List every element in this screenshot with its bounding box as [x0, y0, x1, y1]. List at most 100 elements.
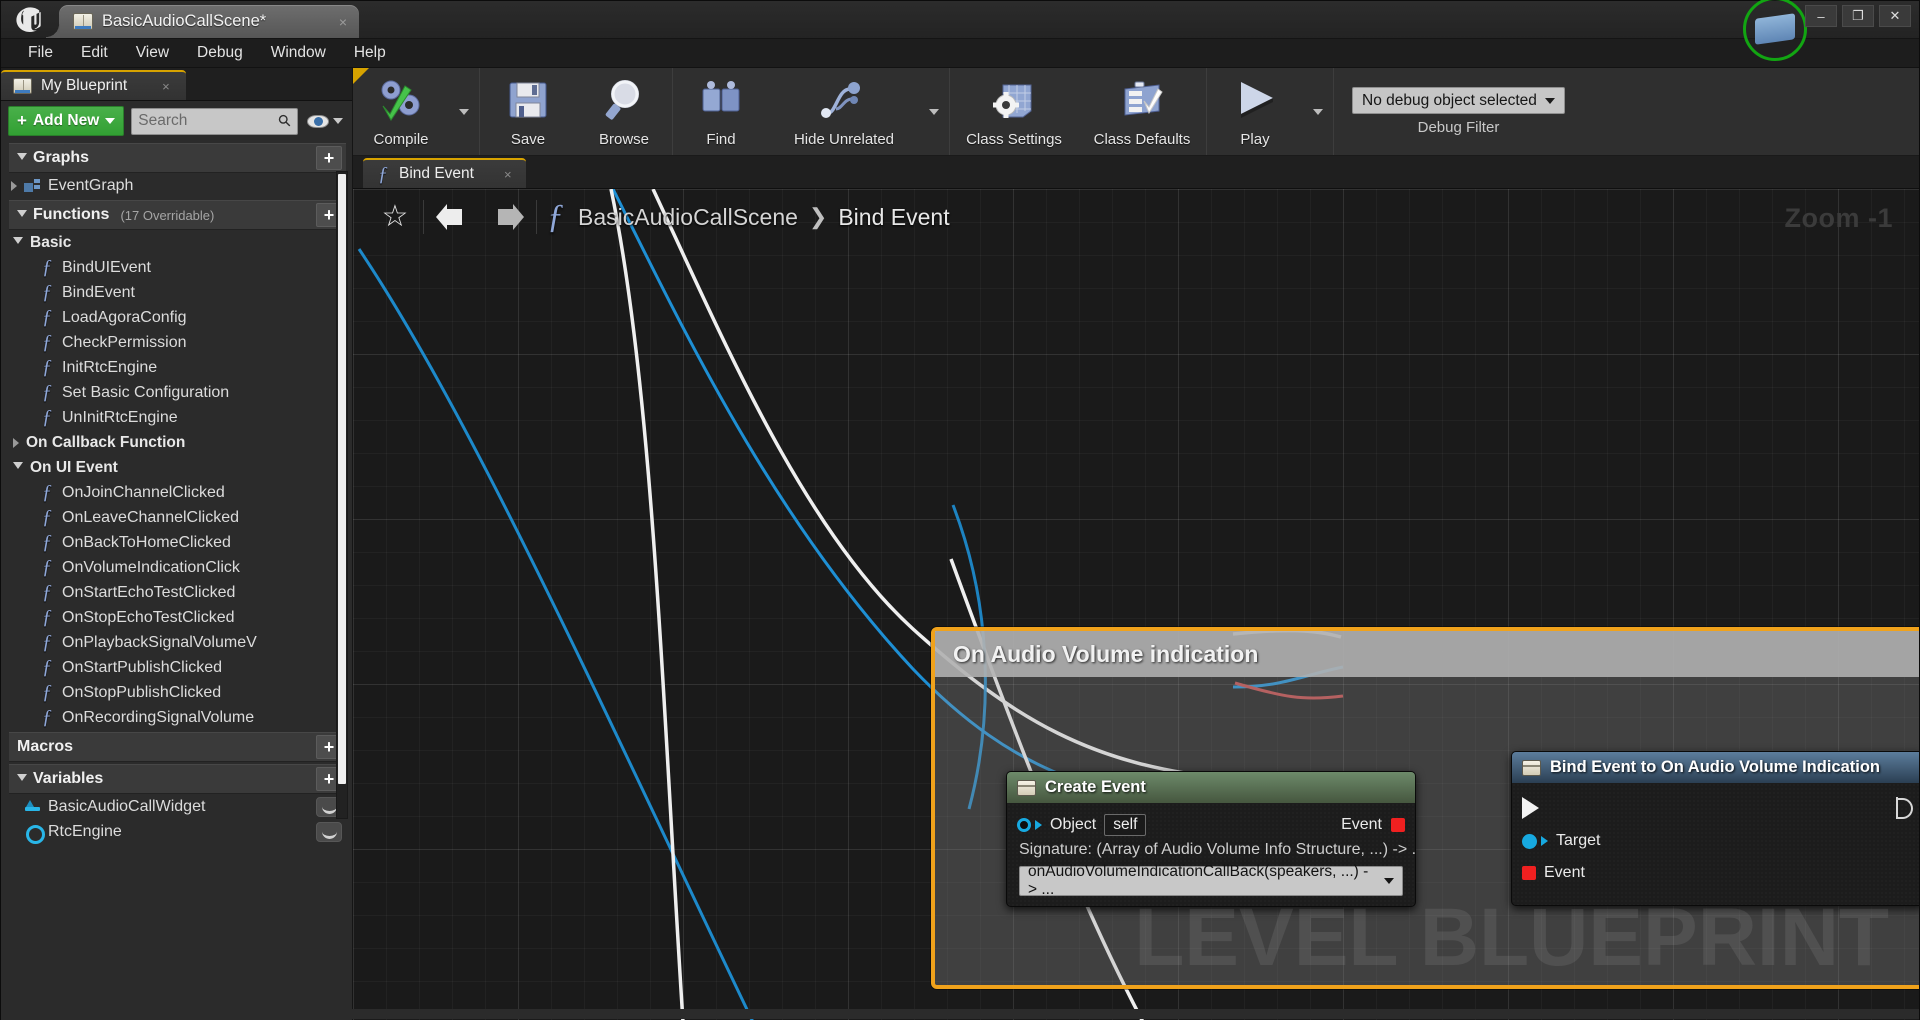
expand-triangle-icon[interactable] — [17, 152, 27, 164]
save-icon — [506, 77, 550, 123]
function-onstoppublishclicked[interactable]: ƒ OnStopPublishClicked — [1, 680, 352, 705]
menu-item-help[interactable]: Help — [341, 40, 399, 66]
variable-rtcengine[interactable]: RtcEngine — [1, 819, 352, 844]
expand-triangle-icon[interactable] — [17, 773, 27, 785]
function-label: OnStartEchoTestClicked — [62, 583, 236, 601]
expand-triangle-icon[interactable] — [11, 180, 17, 191]
function-onjoinchannelclicked[interactable]: ƒ OnJoinChannelClicked — [1, 480, 352, 505]
debug-object-select[interactable]: No debug object selected — [1352, 87, 1565, 114]
graph-options-dropdown[interactable] — [919, 68, 949, 155]
expand-triangle-icon[interactable] — [13, 237, 23, 248]
favorite-button[interactable]: ☆ — [367, 189, 423, 245]
target-input-pin[interactable] — [1522, 833, 1537, 849]
blueprint-graph-canvas[interactable]: On Audio Volume indication Create Event … — [353, 189, 1919, 1020]
function-onvolumeindicationclick[interactable]: ƒ OnVolumeIndicationClick — [1, 555, 352, 580]
visibility-options-button[interactable] — [305, 114, 345, 128]
close-button[interactable]: ✕ — [1879, 5, 1911, 27]
section-functions[interactable]: Functions (17 Overridable) + — [9, 200, 346, 230]
expand-triangle-icon[interactable] — [13, 437, 19, 448]
node-bind-event-to-on-audio-volume-indication[interactable]: Bind Event to On Audio Volume Indication — [1511, 751, 1919, 906]
event-output-pin[interactable] — [1391, 818, 1405, 832]
expand-triangle-icon[interactable] — [13, 462, 23, 473]
pin-arrow-icon — [1035, 820, 1042, 830]
section-graphs[interactable]: Graphs + — [9, 143, 346, 173]
exec-output-pin[interactable] — [1895, 797, 1913, 819]
hide-unrelated-button[interactable]: Hide Unrelated — [769, 68, 919, 155]
menu-item-debug[interactable]: Debug — [184, 40, 256, 66]
breadcrumb-current[interactable]: Bind Event — [838, 204, 949, 231]
node-create-event[interactable]: Create Event Object self Event Signature… — [1006, 771, 1416, 907]
add-new-button[interactable]: + Add New — [8, 106, 125, 136]
class-settings-button[interactable]: Class Settings — [950, 68, 1078, 155]
function-onplaybacksignalvolume[interactable]: ƒ OnPlaybackSignalVolumeV — [1, 630, 352, 655]
menu-item-view[interactable]: View — [123, 40, 182, 66]
navigate-back-button[interactable] — [424, 189, 480, 245]
function-initrtcengine[interactable]: ƒ InitRtcEngine — [1, 355, 352, 380]
document-tab-close-icon[interactable]: × — [317, 14, 347, 30]
scrollbar-thumb[interactable] — [338, 174, 346, 784]
function-onbacktohomeclicked[interactable]: ƒ OnBackToHomeClicked — [1, 530, 352, 555]
function-checkpermission[interactable]: ƒ CheckPermission — [1, 330, 352, 355]
event-input-pin[interactable] — [1522, 866, 1536, 880]
function-icon: ƒ — [42, 556, 52, 578]
function-uninitrtcengine[interactable]: ƒ UnInitRtcEngine — [1, 405, 352, 430]
tab-bind-event-close-icon[interactable]: × — [482, 167, 512, 182]
function-label: BindUIEvent — [62, 258, 151, 276]
menu-item-window[interactable]: Window — [258, 40, 339, 66]
tab-my-blueprint[interactable]: My Blueprint × — [1, 70, 186, 100]
section-variables[interactable]: Variables + — [9, 764, 346, 794]
function-onstartpublishclicked[interactable]: ƒ OnStartPublishClicked — [1, 655, 352, 680]
expand-triangle-icon[interactable] — [17, 209, 27, 221]
play-label: Play — [1240, 131, 1270, 148]
function-binduievent[interactable]: ƒ BindUIEvent — [1, 255, 352, 280]
object-value-field[interactable]: self — [1104, 814, 1147, 836]
node-bind-event-exec-row — [1512, 791, 1919, 825]
exec-input-pin[interactable] — [1522, 797, 1539, 819]
function-onrecordingsignalvolume[interactable]: ƒ OnRecordingSignalVolume — [1, 705, 352, 730]
save-button[interactable]: Save — [480, 68, 576, 155]
navigate-forward-button[interactable] — [480, 189, 536, 245]
node-create-event-header: Create Event — [1007, 772, 1415, 803]
search-input[interactable]: Search ⚲ — [131, 107, 298, 135]
tab-my-blueprint-close-icon[interactable]: × — [136, 79, 170, 94]
play-button[interactable]: Play — [1207, 68, 1303, 155]
function-loadagoraconfig[interactable]: ƒ LoadAgoraConfig — [1, 305, 352, 330]
function-icon: ƒ — [378, 162, 388, 185]
function-onleavechannelclicked[interactable]: ƒ OnLeaveChannelClicked — [1, 505, 352, 530]
menu-item-file[interactable]: File — [15, 40, 66, 66]
find-button[interactable]: Find — [673, 68, 769, 155]
play-options-dropdown[interactable] — [1303, 68, 1333, 155]
tab-bind-event[interactable]: ƒ Bind Event × — [363, 158, 526, 188]
breadcrumb-root[interactable]: BasicAudioCallScene — [578, 204, 798, 231]
variable-visibility-toggle[interactable] — [316, 821, 342, 842]
object-variable-icon — [25, 825, 45, 844]
function-label: OnStopEchoTestClicked — [62, 608, 235, 626]
document-tab-basicaudiocallscene[interactable]: BasicAudioCallScene* × — [46, 5, 359, 38]
function-label: OnVolumeIndicationClick — [62, 558, 240, 576]
compile-options-dropdown[interactable] — [449, 68, 479, 155]
function-set-basic-configuration[interactable]: ƒ Set Basic Configuration — [1, 380, 352, 405]
category-on-callback-function[interactable]: On Callback Function — [1, 430, 352, 455]
blueprint-tree-scrollbar[interactable] — [336, 171, 348, 819]
star-icon: ☆ — [381, 200, 409, 233]
add-graph-button[interactable]: + — [316, 146, 342, 170]
class-defaults-label: Class Defaults — [1093, 131, 1191, 148]
menu-item-edit[interactable]: Edit — [68, 40, 121, 66]
object-input-pin[interactable] — [1017, 818, 1031, 832]
chevron-down-icon — [929, 108, 939, 115]
browse-button[interactable]: Browse — [576, 68, 672, 155]
function-bindevent[interactable]: ƒ BindEvent — [1, 280, 352, 305]
variable-basicaudiocallwidget[interactable]: BasicAudioCallWidget — [1, 794, 352, 819]
class-defaults-button[interactable]: Class Defaults — [1078, 68, 1206, 155]
compile-button[interactable]: Compile — [353, 68, 449, 155]
tree-item-eventgraph[interactable]: EventGraph — [1, 173, 352, 198]
section-macros[interactable]: Macros + — [9, 732, 346, 762]
maximize-button[interactable]: ❐ — [1842, 5, 1874, 27]
function-onstartechotestclicked[interactable]: ƒ OnStartEchoTestClicked — [1, 580, 352, 605]
function-label: OnBackToHomeClicked — [62, 533, 231, 551]
category-basic[interactable]: Basic — [1, 230, 352, 255]
function-onstopechotestclicked[interactable]: ƒ OnStopEchoTestClicked — [1, 605, 352, 630]
category-on-ui-event[interactable]: On UI Event — [1, 455, 352, 480]
minimize-button[interactable]: – — [1805, 5, 1837, 27]
function-label: InitRtcEngine — [62, 358, 158, 376]
